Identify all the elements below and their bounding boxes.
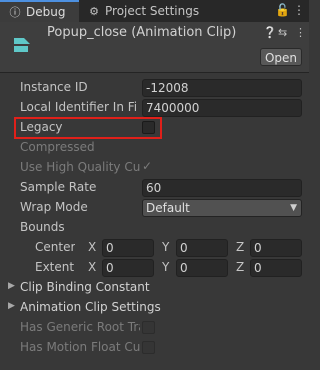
extent-y-label: Y bbox=[162, 260, 170, 274]
center-z-field[interactable]: 0 bbox=[250, 239, 302, 257]
kebab-menu-icon[interactable]: ⋮ bbox=[293, 3, 305, 17]
extent-z-label: Z bbox=[236, 260, 245, 274]
extent-z-field[interactable]: 0 bbox=[250, 259, 302, 277]
center-z-label: Z bbox=[236, 240, 245, 254]
has-motion-float-label: Has Motion Float Cur bbox=[20, 340, 140, 354]
more-icon[interactable]: ⋮ bbox=[295, 26, 306, 39]
foldout-arrow-icon: ▶ bbox=[8, 281, 15, 291]
has-motion-float-row: Has Motion Float Cur bbox=[0, 338, 309, 358]
center-x-field[interactable]: 0 bbox=[102, 239, 154, 257]
has-generic-root-checkbox bbox=[142, 321, 155, 334]
animation-clip-settings-foldout[interactable]: ▶ Animation Clip Settings bbox=[0, 298, 309, 318]
instance-id-field[interactable]: -12008 bbox=[142, 79, 302, 97]
inspector-header: Popup_close (Animation Clip) ❔ ⇆ ⋮ Open bbox=[0, 22, 309, 72]
help-icon[interactable]: ❔ bbox=[263, 26, 277, 39]
center-label: Center bbox=[35, 240, 76, 254]
wrap-mode-dropdown[interactable]: Default ▼ bbox=[142, 199, 302, 217]
wrap-mode-row: Wrap Mode Default ▼ bbox=[0, 198, 309, 218]
wrap-mode-value: Default bbox=[146, 201, 190, 215]
instance-id-row: Instance ID -12008 bbox=[0, 78, 309, 98]
lock-icon[interactable]: 🔓 bbox=[275, 3, 290, 17]
local-identifier-label: Local Identifier In File bbox=[20, 100, 138, 114]
has-motion-float-checkbox bbox=[142, 341, 155, 354]
extent-y-field[interactable]: 0 bbox=[176, 259, 228, 277]
tab-debug[interactable]: ⓘ Debug bbox=[0, 0, 79, 22]
center-row: Center X 0 Y 0 Z 0 bbox=[0, 238, 309, 258]
center-y-field[interactable]: 0 bbox=[176, 239, 228, 257]
open-button[interactable]: Open bbox=[260, 48, 302, 66]
center-x-label: X bbox=[88, 240, 97, 254]
sample-rate-field[interactable]: 60 bbox=[142, 179, 302, 197]
chevron-down-icon: ▼ bbox=[290, 203, 297, 213]
center-y-label: Y bbox=[162, 240, 170, 254]
tab-project-settings-label: Project Settings bbox=[105, 4, 200, 18]
local-identifier-row: Local Identifier In File 7400000 bbox=[0, 98, 309, 118]
use-high-quality-curve-row: Use High Quality Cur ✓ bbox=[0, 158, 309, 178]
animation-clip-icon bbox=[14, 38, 30, 52]
tab-bar: ⓘ Debug ⚙ Project Settings 🔓 ⋮ bbox=[0, 0, 309, 22]
legacy-highlight-box bbox=[14, 117, 162, 139]
compressed-label: Compressed bbox=[20, 140, 95, 154]
wrap-mode-label: Wrap Mode bbox=[20, 200, 88, 214]
extent-label: Extent bbox=[35, 260, 75, 274]
use-high-quality-curve-label: Use High Quality Cur bbox=[20, 160, 140, 174]
tab-debug-label: Debug bbox=[26, 5, 66, 19]
has-generic-root-label: Has Generic Root Tra bbox=[20, 320, 140, 334]
presets-icon[interactable]: ⇆ bbox=[278, 26, 287, 39]
bounds-label: Bounds bbox=[20, 220, 65, 234]
animation-clip-settings-label: Animation Clip Settings bbox=[20, 300, 161, 314]
local-identifier-field[interactable]: 7400000 bbox=[142, 99, 302, 117]
compressed-row: Compressed bbox=[0, 138, 309, 158]
instance-id-label: Instance ID bbox=[20, 80, 88, 94]
sample-rate-label: Sample Rate bbox=[20, 180, 97, 194]
bounds-row: Bounds bbox=[0, 218, 309, 238]
asset-title: Popup_close (Animation Clip) bbox=[47, 25, 237, 40]
sample-rate-row: Sample Rate 60 bbox=[0, 178, 309, 198]
gear-icon: ⚙ bbox=[89, 4, 99, 18]
extent-row: Extent X 0 Y 0 Z 0 bbox=[0, 258, 309, 278]
checkmark-icon: ✓ bbox=[142, 159, 153, 173]
info-icon: ⓘ bbox=[9, 6, 21, 19]
clip-binding-constant-foldout[interactable]: ▶ Clip Binding Constant bbox=[0, 278, 309, 298]
has-generic-root-row: Has Generic Root Tra bbox=[0, 318, 309, 338]
extent-x-field[interactable]: 0 bbox=[102, 259, 154, 277]
clip-binding-constant-label: Clip Binding Constant bbox=[20, 280, 150, 294]
foldout-arrow-icon: ▶ bbox=[8, 301, 15, 311]
extent-x-label: X bbox=[88, 260, 97, 274]
header-separator bbox=[0, 72, 309, 73]
tab-project-settings[interactable]: ⚙ Project Settings bbox=[79, 0, 209, 22]
